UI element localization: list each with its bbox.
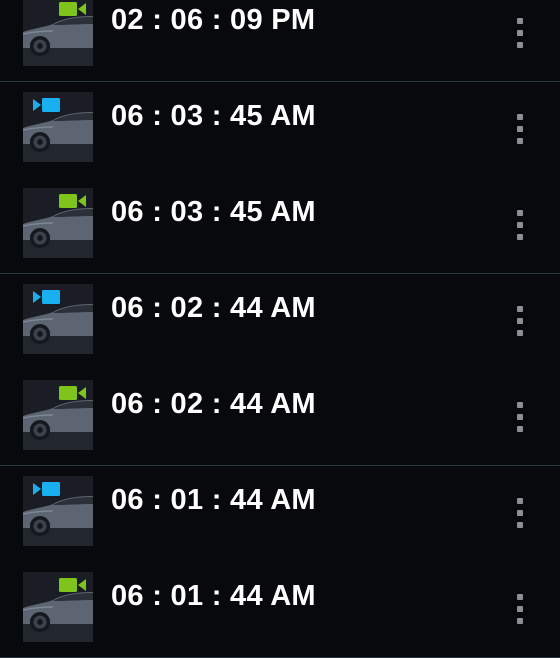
recording-row[interactable]: 06 : 01 : 44 AM [0,466,560,562]
front-camera-icon [33,97,63,113]
recording-thumbnail[interactable] [23,92,93,162]
recording-time: 06 : 01 : 44 AM [111,484,316,516]
rear-camera-icon [59,1,89,17]
recording-time: 06 : 03 : 45 AM [111,196,316,228]
recording-time: 06 : 03 : 45 AM [111,100,316,132]
front-camera-icon [33,289,63,305]
recording-thumbnail[interactable] [23,380,93,450]
more-vertical-icon[interactable] [508,400,532,436]
recordings-list: 02 : 06 : 09 PM 06 : 03 : 45 AM 06 : 03 : … [0,0,560,658]
recording-time: 06 : 02 : 44 AM [111,388,316,420]
recording-thumbnail[interactable] [23,0,93,66]
more-vertical-icon[interactable] [508,16,532,52]
recording-row[interactable]: 06 : 01 : 44 AM [0,562,560,658]
more-vertical-icon[interactable] [508,304,532,340]
more-vertical-icon[interactable] [508,496,532,532]
recording-time: 02 : 06 : 09 PM [111,4,316,36]
more-vertical-icon[interactable] [508,208,532,244]
recording-thumbnail[interactable] [23,476,93,546]
rear-camera-icon [59,385,89,401]
recording-row[interactable]: 06 : 03 : 45 AM [0,82,560,178]
recording-thumbnail[interactable] [23,284,93,354]
recording-row[interactable]: 06 : 03 : 45 AM [0,178,560,274]
front-camera-icon [33,481,63,497]
rear-camera-icon [59,577,89,593]
recording-row[interactable]: 02 : 06 : 09 PM [0,0,560,82]
recording-row[interactable]: 06 : 02 : 44 AM [0,274,560,370]
rear-camera-icon [59,193,89,209]
more-vertical-icon[interactable] [508,592,532,628]
recording-time: 06 : 01 : 44 AM [111,580,316,612]
recording-thumbnail[interactable] [23,572,93,642]
recording-row[interactable]: 06 : 02 : 44 AM [0,370,560,466]
more-vertical-icon[interactable] [508,112,532,148]
recording-time: 06 : 02 : 44 AM [111,292,316,324]
recording-thumbnail[interactable] [23,188,93,258]
